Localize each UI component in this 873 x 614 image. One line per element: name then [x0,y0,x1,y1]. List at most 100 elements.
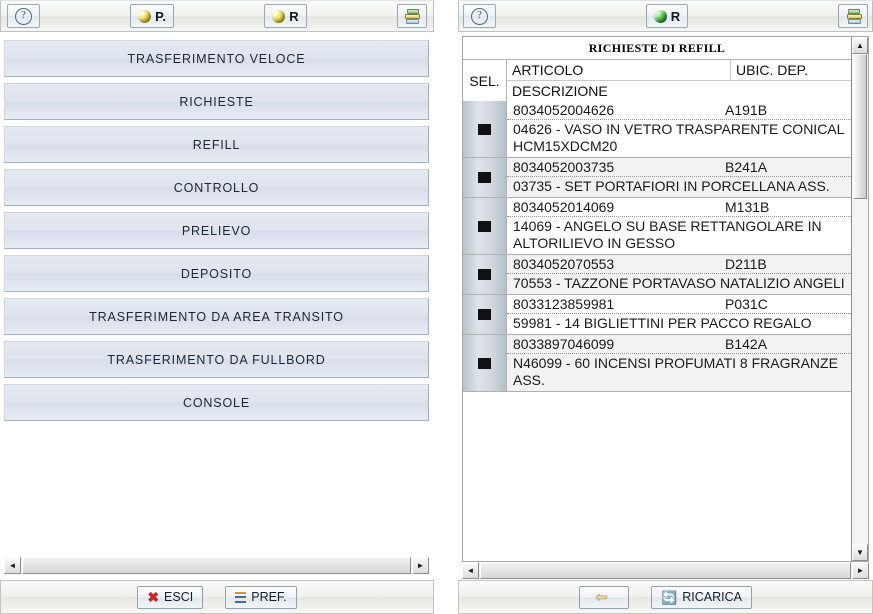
cell-articolo: 8034052070553 [513,256,615,272]
menu-item-refill[interactable]: REFILL [4,126,429,163]
refresh-icon: 🔄 [661,589,678,605]
cell-ubicazione: B142A [725,336,768,352]
selection-marker-icon [478,220,491,232]
cell-ubicazione: M131B [725,199,770,215]
row-line-top: 8034052003735 B241A [507,158,851,177]
red-x-icon: ✖ [147,589,160,605]
esci-button[interactable]: ✖ ESCI [137,585,204,609]
selection-marker-icon [478,123,491,135]
scroll-track[interactable] [480,562,851,579]
layers-icon [846,8,862,24]
cell-articolo: 8034052014069 [513,199,615,215]
esci-button-label: ESCI [164,590,194,604]
help-button[interactable]: ? [7,4,40,28]
row-cells: 8034052004626 A191B 04626 - VASO IN VETR… [507,101,851,157]
status-button-p[interactable]: P. [130,4,175,28]
menu-item-trasferimento-da-area-transito[interactable]: TRASFERIMENTO DA AREA TRANSITO [4,298,429,335]
back-button[interactable]: ⇦ [579,585,630,609]
menu-item-trasferimento-da-fullbord[interactable]: TRASFERIMENTO DA FULLBORD [4,341,429,378]
selection-marker-icon [478,357,491,369]
help-button[interactable]: ? [463,4,496,28]
status-button-r[interactable]: R [645,4,689,28]
layers-button[interactable] [396,4,427,28]
menu-item-prelievo[interactable]: PRELIEVO [4,212,429,249]
left-horizontal-scrollbar[interactable]: ◄ ► [4,557,429,574]
cell-descrizione: 70553 - TAZZONE PORTAVASO NATALIZIO ANGE… [513,275,845,291]
menu-item-label: PRELIEVO [181,223,252,238]
pref-button-label: PREF. [251,590,287,604]
scroll-thumb[interactable] [853,54,867,199]
grid-title: RICHIESTE DI REFILL [463,37,851,59]
back-arrow-icon: ⇦ [595,588,608,606]
scroll-down-arrow-icon[interactable]: ▼ [852,544,868,561]
pref-button[interactable]: PREF. [225,585,297,609]
row-select-button[interactable] [463,158,507,197]
list-icon [235,591,247,603]
ricarica-button-label: RICARICA [682,590,742,604]
green-sphere-icon [653,9,667,23]
cell-descrizione: 04626 - VASO IN VETRO TRASPARENTE CONICA… [513,121,844,154]
grid-vertical-scrollbar[interactable]: ▲ ▼ [851,37,868,561]
status-button-r-label: R [289,8,299,24]
right-bottom-bar: ⇦ 🔄 RICARICA [458,580,873,614]
row-select-button[interactable] [463,101,507,157]
menu-item-richieste[interactable]: RICHIESTE [4,83,429,120]
column-header-articolo: ARTICOLO [507,60,731,80]
scroll-up-arrow-icon[interactable]: ▲ [852,37,868,54]
cell-articolo: 8034052004626 [513,102,615,118]
layers-button[interactable] [838,4,868,28]
yellow-sphere-icon [138,9,152,23]
scroll-right-arrow-icon[interactable]: ► [852,562,869,579]
scroll-left-arrow-icon[interactable]: ◄ [462,562,479,579]
menu-item-deposito[interactable]: DEPOSITO [4,255,429,292]
menu-item-label: CONSOLE [182,395,251,410]
help-icon: ? [471,7,488,25]
row-select-button[interactable] [463,255,507,294]
column-header-row: ARTICOLO UBIC. DEP. [507,60,851,81]
menu-item-label: REFILL [192,137,241,152]
table-row[interactable]: 8034052070553 D211B 70553 - TAZZONE PORT… [463,255,851,295]
scroll-track[interactable] [852,54,868,544]
menu-item-trasferimento-veloce[interactable]: TRASFERIMENTO VELOCE [4,40,429,77]
refill-grid: RICHIESTE DI REFILL SEL. ARTICOLO UBIC. … [462,36,869,562]
row-cells: 8034052070553 D211B 70553 - TAZZONE PORT… [507,255,851,294]
help-icon: ? [15,7,32,25]
row-line-top: 8033123859981 P031C [507,295,851,314]
right-toolbar: ? R [458,0,873,32]
table-row[interactable]: 8034052004626 A191B 04626 - VASO IN VETR… [463,101,851,158]
row-line-top: 8034052014069 M131B [507,198,851,217]
ricarica-button[interactable]: 🔄 RICARICA [651,585,752,609]
scroll-left-arrow-icon[interactable]: ◄ [4,557,21,574]
right-panel: ? R RICHIESTE DI REFILL SEL. ARTICOLO UB… [458,0,873,614]
table-row[interactable]: 8034052014069 M131B 14069 - ANGELO SU BA… [463,198,851,255]
table-row[interactable]: 8033123859981 P031C 59981 - 14 BIGLIETTI… [463,295,851,335]
row-cells: 8034052003735 B241A 03735 - SET PORTAFIO… [507,158,851,197]
menu-item-label: TRASFERIMENTO DA AREA TRANSITO [89,309,344,324]
menu-item-controllo[interactable]: CONTROLLO [4,169,429,206]
row-cells: 8034052014069 M131B 14069 - ANGELO SU BA… [507,198,851,254]
menu-item-console[interactable]: CONSOLE [4,384,429,421]
status-button-p-label: P. [155,8,167,24]
row-select-button[interactable] [463,198,507,254]
row-cells: 8033123859981 P031C 59981 - 14 BIGLIETTI… [507,295,851,334]
row-select-button[interactable] [463,295,507,334]
row-line-top: 8034052004626 A191B [507,101,851,120]
cell-descrizione: 59981 - 14 BIGLIETTINI PER PACCO REGALO [513,315,812,331]
row-cells: 8033897046099 B142A N46099 - 60 INCENSI … [507,335,851,391]
cell-descrizione: 03735 - SET PORTAFIORI IN PORCELLANA ASS… [513,178,830,194]
right-horizontal-scrollbar[interactable]: ◄ ► [462,562,869,579]
status-button-r[interactable]: R [264,4,307,28]
menu-item-label: TRASFERIMENTO DA FULLBORD [107,352,326,367]
app-screen: ? P. R TRASFERIMENTO VELOCE RICHIESTE RE… [0,0,873,614]
table-row[interactable]: 8034052003735 B241A 03735 - SET PORTAFIO… [463,158,851,198]
menu-item-label: DEPOSITO [180,266,253,281]
cell-ubicazione: A191B [725,102,768,118]
column-header-group: ARTICOLO UBIC. DEP. DESCRIZIONE [507,60,851,101]
menu-item-label: TRASFERIMENTO VELOCE [127,51,306,66]
row-select-button[interactable] [463,335,507,391]
selection-marker-icon [478,309,491,320]
table-row[interactable]: 8033897046099 B142A N46099 - 60 INCENSI … [463,335,851,392]
scroll-right-arrow-icon[interactable]: ► [412,557,429,574]
scroll-track[interactable] [22,557,411,574]
column-header-descrizione: DESCRIZIONE [512,83,608,99]
